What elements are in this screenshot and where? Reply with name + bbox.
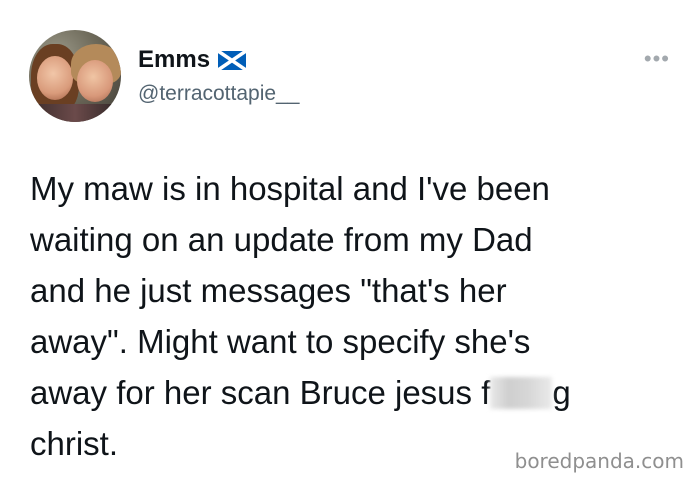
author-name-row: Emms — [138, 46, 247, 74]
author-avatar[interactable] — [29, 30, 121, 122]
watermark: boredpanda.com — [514, 449, 684, 473]
tweet-line: away". Might want to specify she's — [30, 323, 531, 360]
tweet-line: waiting on an update from my Dad — [30, 221, 533, 258]
tweet-line: away for her scan Bruce jesus f g — [30, 367, 680, 418]
tweet-line: My maw is in hospital and I've been — [30, 170, 550, 207]
author-display-name[interactable]: Emms — [138, 46, 210, 74]
censor-blur — [490, 377, 553, 409]
tweet-text: My maw is in hospital and I've been wait… — [30, 163, 680, 469]
scotland-flag-icon — [218, 50, 247, 70]
tweet-card: Emms @terracottapie__ ••• My maw is in h… — [0, 0, 700, 485]
more-options-icon[interactable]: ••• — [644, 48, 670, 70]
tweet-line: and he just messages "that's her — [30, 272, 507, 309]
tweet-line-part: g — [552, 374, 571, 411]
tweet-line-part: away for her scan Bruce jesus f — [30, 374, 491, 411]
author-handle[interactable]: @terracottapie__ — [138, 82, 299, 106]
